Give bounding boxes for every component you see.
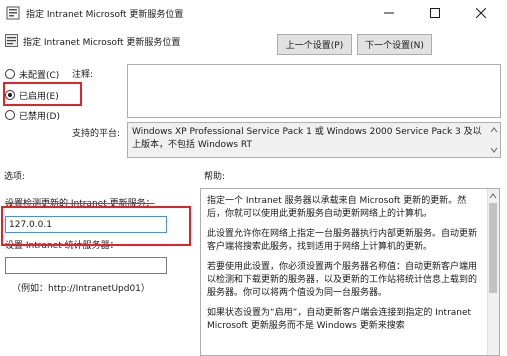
- next-setting-button[interactable]: 下一个设置(N): [357, 34, 432, 55]
- help-text-box: 指定一个 Intranet 服务器以承载来自 Microsoft 更新的更新。然…: [200, 188, 500, 356]
- help-paragraph: 此设置允许你在网络上指定一台服务器执行内部更新服务。自动更新客户端将搜索此服务，…: [207, 229, 478, 252]
- radio-circle[interactable]: [5, 110, 15, 120]
- comment-label: 注释:: [72, 70, 94, 80]
- radio-label: 已禁用(D): [19, 111, 60, 122]
- help-paragraph: 若要使用此设置，你必须设置两个服务器名称值：自动更新客户端用以检测和下载更新的服…: [207, 262, 478, 298]
- setting-title: 指定 Intranet Microsoft 更新服务位置: [23, 38, 181, 48]
- title-bar: 指定 Intranet Microsoft 更新服务位置: [0, 0, 507, 26]
- platform-label: 支持的平台:: [72, 129, 121, 139]
- help-paragraph: 指定一个 Intranet 服务器以承载来自 Microsoft 更新的更新。然…: [207, 196, 467, 219]
- scroll-thumb[interactable]: [489, 203, 497, 293]
- help-paragraph: 如果状态设置为“启用”，自动更新客户端会连接到指定的 Intranet Micr…: [207, 308, 472, 331]
- platform-scrollbar[interactable]: [488, 123, 500, 157]
- close-icon: [476, 8, 486, 18]
- platform-text: Windows XP Professional Service Pack 1 或…: [132, 127, 482, 150]
- radio-not-configured[interactable]: 未配置(C): [5, 67, 59, 81]
- stats-server-input[interactable]: [5, 257, 167, 274]
- help-heading: 帮助:: [204, 172, 226, 182]
- radio-disabled[interactable]: 已禁用(D): [5, 108, 60, 122]
- options-heading: 选项:: [4, 172, 26, 182]
- example-text: （例如：http://IntranetUpd01）: [12, 284, 150, 294]
- highlight-box-enabled: [3, 82, 82, 106]
- minimize-button[interactable]: [366, 0, 412, 26]
- settings-icon: [5, 34, 18, 47]
- scroll-up-icon[interactable]: [490, 126, 498, 134]
- comment-textarea[interactable]: [127, 64, 501, 118]
- radio-circle[interactable]: [5, 69, 15, 79]
- previous-setting-button[interactable]: 上一个设置(P): [277, 34, 352, 55]
- supported-platforms-box: Windows XP Professional Service Pack 1 或…: [127, 122, 501, 158]
- maximize-icon: [430, 8, 440, 18]
- window-title: 指定 Intranet Microsoft 更新服务位置: [26, 10, 184, 20]
- help-scrollbar[interactable]: [487, 189, 499, 355]
- scroll-down-icon[interactable]: [490, 146, 498, 154]
- policy-icon: [6, 6, 20, 20]
- scroll-up-icon[interactable]: [489, 192, 497, 200]
- close-button[interactable]: [458, 0, 504, 26]
- highlight-box-update-service: [1, 206, 191, 246]
- minimize-icon: [384, 12, 394, 14]
- radio-label: 未配置(C): [19, 70, 60, 81]
- maximize-button[interactable]: [412, 0, 458, 26]
